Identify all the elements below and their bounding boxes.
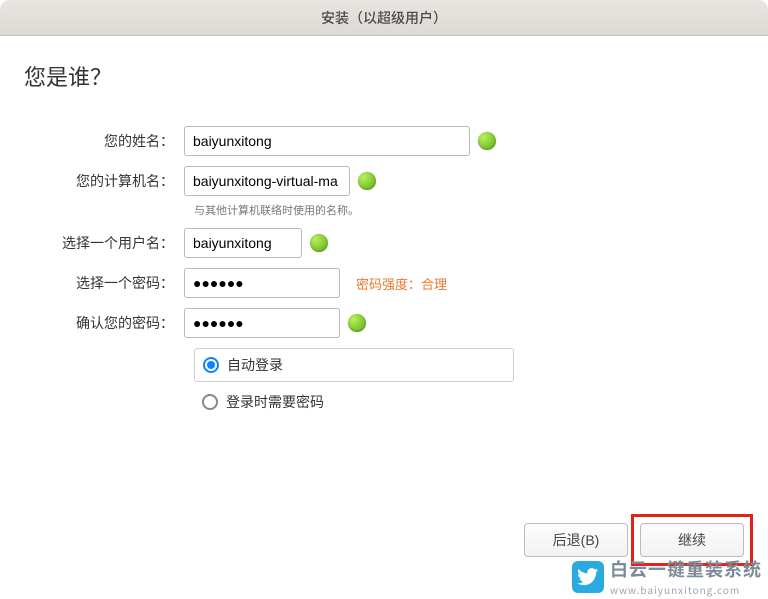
label-username: 选择一个用户名： (24, 233, 184, 253)
row-name: 您的姓名： (24, 126, 744, 156)
window-titlebar: 安装（以超级用户） (0, 0, 768, 36)
page-title: 您是谁？ (24, 60, 744, 92)
password-input[interactable] (184, 268, 340, 298)
row-confirm: 确认您的密码： (24, 308, 744, 338)
label-name: 您的姓名： (24, 131, 184, 151)
watermark-url: www.baiyunxitong.com (610, 582, 762, 597)
status-ok-icon (348, 314, 366, 332)
row-computer-helper: 与其他计算机联络时使用的名称。 (24, 202, 744, 218)
label-confirm: 确认您的密码： (24, 313, 184, 333)
continue-button[interactable]: 继续 (640, 523, 744, 557)
status-ok-icon (358, 172, 376, 190)
label-computer: 您的计算机名： (24, 171, 184, 191)
computer-name-input[interactable] (184, 166, 350, 196)
radio-require-label: 登录时需要密码 (226, 392, 324, 412)
confirm-password-input[interactable] (184, 308, 340, 338)
row-computer: 您的计算机名： (24, 166, 744, 196)
computer-helper-text: 与其他计算机联络时使用的名称。 (194, 202, 359, 218)
row-username: 选择一个用户名： (24, 228, 744, 258)
bird-icon (572, 561, 604, 593)
radio-require-password[interactable]: 登录时需要密码 (194, 386, 744, 418)
radio-unselected-icon (202, 394, 218, 410)
installer-content: 您是谁？ 您的姓名： 您的计算机名： 与其他计算机联络时使用的名称。 选择一个用… (0, 36, 768, 418)
radio-auto-label: 自动登录 (227, 355, 283, 375)
nav-button-row: 后退(B) 继续 (524, 523, 744, 557)
radio-auto-login[interactable]: 自动登录 (195, 349, 513, 381)
password-strength: 密码强度：合理 (356, 274, 447, 293)
window-title: 安装（以超级用户） (321, 8, 447, 28)
watermark: 白云一键重装系统 www.baiyunxitong.com (572, 556, 762, 597)
radio-selected-icon (203, 357, 219, 373)
status-ok-icon (310, 234, 328, 252)
back-button[interactable]: 后退(B) (524, 523, 628, 557)
row-password: 选择一个密码： 密码强度：合理 (24, 268, 744, 298)
label-password: 选择一个密码： (24, 273, 184, 293)
name-input[interactable] (184, 126, 470, 156)
login-options-group: 自动登录 (194, 348, 514, 382)
status-ok-icon (478, 132, 496, 150)
username-input[interactable] (184, 228, 302, 258)
login-options-group-2: 登录时需要密码 (194, 386, 744, 418)
watermark-brand: 白云一键重装系统 (610, 556, 762, 582)
